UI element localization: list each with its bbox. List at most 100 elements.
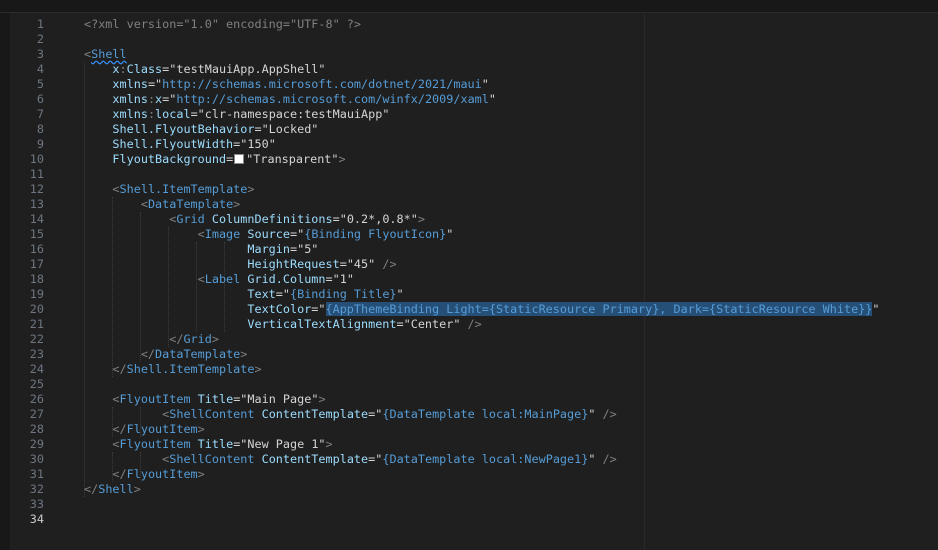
code-token: </ bbox=[84, 482, 99, 496]
code-line[interactable]: 13 <DataTemplate> bbox=[0, 197, 938, 212]
code-line[interactable]: 20 TextColor="{AppThemeBinding Light={St… bbox=[0, 302, 938, 317]
code-text: <FlyoutItem Title="New Page 1"> bbox=[84, 437, 332, 452]
code-token: /> bbox=[460, 317, 482, 331]
code-line[interactable]: 29 <FlyoutItem Title="New Page 1"> bbox=[0, 437, 938, 452]
xml-attribute: xmlns bbox=[112, 77, 148, 91]
code-token: "Transparent" bbox=[246, 152, 339, 166]
code-line[interactable]: 14 <Grid ColumnDefinitions="0.2*,0.8*"> bbox=[0, 212, 938, 227]
xml-tag: FlyoutItem bbox=[119, 392, 198, 406]
line-number: 21 bbox=[29, 317, 44, 331]
line-number: 23 bbox=[29, 347, 44, 361]
line-number: 25 bbox=[29, 377, 44, 391]
code-token: " bbox=[446, 227, 454, 241]
xml-attribute: Margin bbox=[247, 242, 290, 256]
color-swatch-icon[interactable] bbox=[234, 154, 245, 164]
code-line[interactable]: 34 bbox=[0, 512, 938, 527]
line-number: 29 bbox=[29, 437, 44, 451]
code-editor[interactable]: 1 <?xml version="1.0" encoding="UTF-8" ?>… bbox=[0, 14, 938, 550]
code-token: > bbox=[318, 392, 326, 406]
code-line[interactable]: 4 x:Class="testMauiApp.AppShell" bbox=[0, 62, 938, 77]
code-line[interactable]: 12 <Shell.ItemTemplate> bbox=[0, 182, 938, 197]
code-token: = bbox=[396, 317, 404, 331]
code-line[interactable]: 19 Text="{Binding Title}" bbox=[0, 287, 938, 302]
namespace-link[interactable]: http://schemas.microsoft.com/dotnet/2021… bbox=[162, 77, 482, 91]
code-text: <ShellContent ContentTemplate="{DataTemp… bbox=[84, 452, 617, 467]
xml-attribute: ColumnDefinitions bbox=[211, 212, 333, 226]
code-line[interactable]: 18 <Label Grid.Column="1" bbox=[0, 272, 938, 287]
code-text: </DataTemplate> bbox=[84, 347, 248, 362]
xml-tag: Shell.ItemTemplate bbox=[119, 182, 248, 196]
code-line[interactable]: 28 </FlyoutItem> bbox=[0, 422, 938, 437]
code-line[interactable]: 24 </Shell.ItemTemplate> bbox=[0, 362, 938, 377]
code-token: /> bbox=[595, 452, 617, 466]
code-token: {DataTemplate local:NewPage1} bbox=[382, 452, 589, 466]
code-token: "testMauiApp.AppShell" bbox=[169, 62, 326, 76]
code-line[interactable]: 21 VerticalTextAlignment="Center" /> bbox=[0, 317, 938, 332]
namespace-link[interactable]: http://schemas.microsoft.com/winfx/2009/… bbox=[176, 92, 489, 106]
code-line[interactable]: 27 <ShellContent ContentTemplate="{DataT… bbox=[0, 407, 938, 422]
xml-tag: Grid bbox=[176, 212, 212, 226]
code-token: /> bbox=[595, 407, 617, 421]
code-line[interactable]: 1 <?xml version="1.0" encoding="UTF-8" ?> bbox=[0, 17, 938, 32]
line-number: 3 bbox=[36, 47, 44, 61]
code-token: </ bbox=[169, 332, 184, 346]
code-token: </ bbox=[140, 347, 156, 361]
code-text: HeightRequest="45" /> bbox=[84, 257, 397, 272]
code-line[interactable]: 9 Shell.FlyoutWidth="150" bbox=[0, 137, 938, 152]
code-line[interactable]: 5 xmlns= "http://schemas.microsoft.com/do… bbox=[0, 77, 938, 92]
code-line[interactable]: 3 <Shell bbox=[0, 47, 938, 62]
code-token: "5" bbox=[297, 242, 319, 256]
code-line[interactable]: 10 FlyoutBackground= "Transparent"> bbox=[0, 152, 938, 167]
code-token: > bbox=[254, 362, 262, 376]
xml-tag: ShellContent bbox=[169, 452, 262, 466]
code-token: > bbox=[211, 332, 219, 346]
code-line[interactable]: 7 xmlns:local="clr-namespace:testMauiApp… bbox=[0, 107, 938, 122]
code-line[interactable]: 11 bbox=[0, 167, 938, 182]
xml-attribute: xmlns bbox=[112, 92, 148, 106]
code-line[interactable]: 17 HeightRequest="45" /> bbox=[0, 257, 938, 272]
line-number: 22 bbox=[29, 332, 44, 346]
code-token: = bbox=[190, 107, 198, 121]
code-token: > bbox=[233, 197, 241, 211]
code-line[interactable]: 32 </Shell> bbox=[0, 482, 938, 497]
code-line[interactable]: 15 <Image Source="{Binding FlyoutIcon}" bbox=[0, 227, 938, 242]
line-number: 30 bbox=[29, 452, 44, 466]
code-line[interactable]: 33 bbox=[0, 497, 938, 512]
code-token: = bbox=[332, 212, 340, 226]
code-line[interactable]: 8 Shell.FlyoutBehavior="Locked" bbox=[0, 122, 938, 137]
code-line[interactable]: 6 xmlns:x="http://schemas.microsoft.com/… bbox=[0, 92, 938, 107]
code-token: " bbox=[282, 287, 290, 301]
code-text: <ShellContent ContentTemplate="{DataTemp… bbox=[84, 407, 617, 422]
code-token: /> bbox=[375, 257, 397, 271]
code-token: <?xml version="1.0" encoding="UTF-8" ?> bbox=[84, 17, 361, 31]
code-line[interactable]: 22 </Grid> bbox=[0, 332, 938, 347]
line-number: 16 bbox=[29, 242, 44, 256]
code-line[interactable]: 23 </DataTemplate> bbox=[0, 347, 938, 362]
xml-attribute: Shell.FlyoutBehavior bbox=[112, 122, 255, 136]
code-line[interactable]: 30 <ShellContent ContentTemplate="{DataT… bbox=[0, 452, 938, 467]
code-token: local bbox=[155, 107, 191, 121]
code-token: < bbox=[140, 197, 148, 211]
code-line[interactable]: 25 bbox=[0, 377, 938, 392]
code-line[interactable]: 2 bbox=[0, 32, 938, 47]
code-text: <Label Grid.Column="1" bbox=[84, 272, 354, 287]
code-token: x bbox=[112, 62, 120, 76]
code-line[interactable]: 26 <FlyoutItem Title="Main Page"> bbox=[0, 392, 938, 407]
line-number: 6 bbox=[36, 92, 44, 106]
code-token: < bbox=[112, 437, 120, 451]
line-number: 5 bbox=[36, 77, 44, 91]
code-line[interactable]: 31 </FlyoutItem> bbox=[0, 467, 938, 482]
code-token: " bbox=[396, 287, 404, 301]
code-text: <FlyoutItem Title="Main Page"> bbox=[84, 392, 326, 407]
editor-tab-bar bbox=[0, 0, 938, 13]
line-number: 20 bbox=[29, 302, 44, 316]
code-line[interactable]: 16 Margin="5" bbox=[0, 242, 938, 257]
